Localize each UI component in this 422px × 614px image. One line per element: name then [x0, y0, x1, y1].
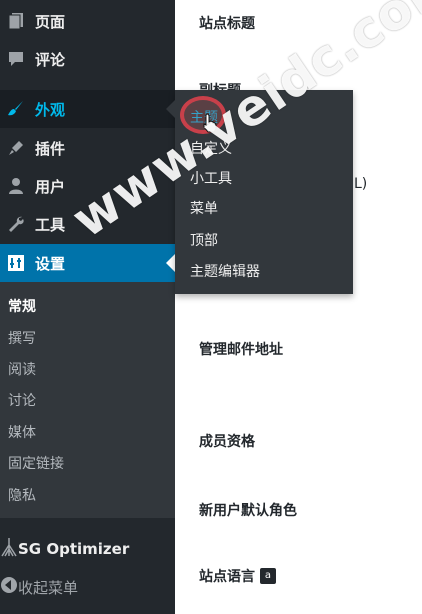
collapse-menu-button[interactable]: 收起菜单	[0, 569, 175, 605]
sidebar-item-sg-optimizer[interactable]: SG Optimizer	[0, 531, 175, 567]
sidebar-item-label: 工具	[35, 215, 66, 234]
submenu-writing[interactable]: 撰写	[8, 328, 36, 348]
sidebar-item-settings[interactable]: 设置	[0, 244, 175, 282]
sidebar-item-appearance[interactable]: 外观	[0, 90, 175, 128]
settings-icon	[6, 253, 26, 273]
submenu-media[interactable]: 媒体	[8, 422, 36, 442]
page-icon	[6, 11, 26, 31]
sidebar-item-label: 设置	[35, 254, 66, 273]
sidebar-item-label: 评论	[35, 50, 66, 69]
admin-sidebar: 页面 评论 外观 插件 用户 工具 设置 常规 撰写 阅读 讨论 媒体 固定链接…	[0, 0, 175, 614]
site-language-label: 站点语言	[199, 569, 255, 585]
plug-icon	[6, 138, 26, 158]
submenu-discussion[interactable]: 讨论	[8, 390, 36, 410]
sidebar-item-label: SG Optimizer	[18, 540, 130, 558]
user-icon	[6, 176, 26, 196]
admin-email-label: 管理邮件地址	[199, 342, 283, 358]
comment-icon	[6, 49, 26, 69]
sidebar-item-label: 插件	[35, 139, 66, 158]
membership-label: 成员资格	[199, 434, 255, 450]
settings-submenu: 常规 撰写 阅读 讨论 媒体 固定链接 隐私	[0, 282, 175, 518]
site-language-row: 站点语言 a	[199, 566, 276, 586]
sidebar-item-comments[interactable]: 评论	[0, 40, 175, 78]
translation-icon: a	[260, 568, 276, 584]
flyout-item-menus[interactable]: 菜单	[190, 198, 218, 218]
brush-icon	[6, 99, 26, 119]
submenu-reading[interactable]: 阅读	[8, 359, 36, 379]
site-address-label-fragment: L)	[354, 176, 368, 192]
default-role-label: 新用户默认角色	[199, 503, 297, 519]
flyout-item-theme-editor[interactable]: 主题编辑器	[190, 261, 260, 281]
flyout-item-header[interactable]: 顶部	[190, 230, 218, 250]
sidebar-item-label: 用户	[35, 177, 66, 196]
sidebar-item-label: 页面	[35, 12, 66, 31]
site-title-label: 站点标题	[199, 16, 255, 32]
submenu-general[interactable]: 常规	[8, 296, 36, 316]
sidebar-item-label: 收起菜单	[18, 578, 79, 597]
wrench-icon	[6, 214, 26, 234]
current-menu-arrow	[166, 254, 175, 272]
sg-optimizer-icon	[0, 537, 18, 561]
sidebar-item-pages[interactable]: 页面	[0, 2, 175, 40]
flyout-arrow	[166, 100, 175, 118]
submenu-permalinks[interactable]: 固定链接	[8, 453, 64, 473]
collapse-icon	[0, 576, 18, 598]
sidebar-item-label: 外观	[35, 100, 66, 119]
submenu-privacy[interactable]: 隐私	[8, 485, 36, 505]
